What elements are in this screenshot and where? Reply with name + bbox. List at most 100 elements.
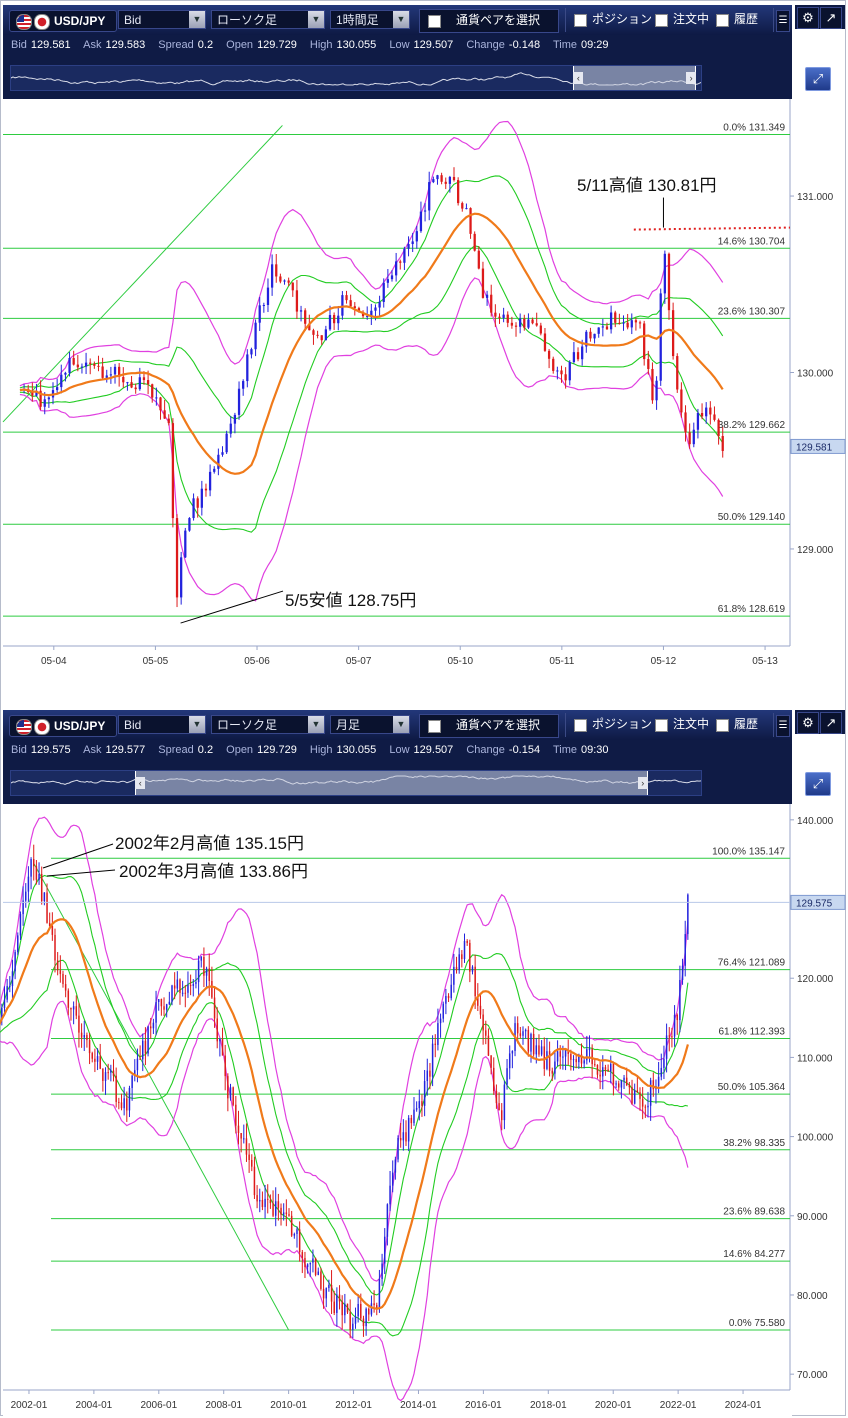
position-checkbox[interactable] <box>574 14 587 27</box>
navigator-selection[interactable]: ‹ › <box>135 771 648 795</box>
candle-body <box>279 276 282 282</box>
candle-body <box>688 432 691 445</box>
navigator-left-handle[interactable]: ‹ <box>573 72 584 84</box>
candle-body <box>405 1132 407 1142</box>
fibonacci-label: 61.8% 112.393 <box>718 1026 785 1037</box>
gear-icon[interactable]: ⚙ <box>797 712 819 734</box>
candle-body <box>203 957 205 976</box>
navigator-right-handle[interactable]: › <box>686 72 697 84</box>
candle-body <box>181 992 184 994</box>
y-tick-label: 80.000 <box>797 1291 828 1302</box>
candle-body <box>89 362 92 364</box>
currency-pair-selector[interactable]: USD/JPY <box>9 715 117 737</box>
candle-body <box>469 208 472 234</box>
candle-body <box>295 290 299 312</box>
candle-body <box>68 358 71 373</box>
candle-body <box>233 414 237 424</box>
candle-body <box>149 1026 152 1029</box>
candle-body <box>157 999 160 1003</box>
chart-navigator[interactable]: ‹ › <box>10 65 702 91</box>
candle-body <box>288 1214 290 1216</box>
menu-icon[interactable]: ☰ <box>776 10 790 32</box>
candle-body <box>506 1068 508 1085</box>
pair-select-label: 通貨ペアを選択 <box>456 718 541 732</box>
timeframe-select[interactable]: 1時間足 ▼ <box>330 10 410 29</box>
x-tick-label: 05-06 <box>244 656 270 667</box>
candle-body <box>344 1303 346 1316</box>
fibonacci-label: 38.2% 129.662 <box>718 420 786 431</box>
candle-body <box>43 892 46 902</box>
price-type-select[interactable]: Bid ▼ <box>118 715 206 734</box>
popout-icon[interactable]: ↗ <box>820 7 842 29</box>
chart-canvas[interactable]: 100.0% 135.147 76.4% 121.089 61.8% 112.393… <box>0 804 847 1416</box>
us-flag-icon <box>16 719 32 735</box>
candle-body <box>510 322 514 326</box>
candle-body <box>80 1032 83 1038</box>
pair-select-checkbox[interactable] <box>428 15 441 28</box>
expand-chart-icon[interactable]: ⤢ <box>805 67 831 91</box>
pair-select-button[interactable]: 通貨ペアを選択 <box>419 714 559 738</box>
x-tick-label: 2002-01 <box>11 1400 48 1411</box>
candle-body <box>208 968 210 981</box>
candle-body <box>192 983 195 987</box>
navigator-selection[interactable]: ‹ › <box>573 66 697 90</box>
x-tick-label: 2012-01 <box>335 1400 372 1411</box>
candle-body <box>676 356 679 390</box>
candle-body <box>692 429 695 445</box>
y-tick-label: 110.000 <box>797 1053 833 1064</box>
candle-body <box>213 468 216 472</box>
gear-icon[interactable]: ⚙ <box>797 7 819 29</box>
candle-body <box>32 859 35 867</box>
candle-body <box>118 1101 120 1103</box>
pair-select-button[interactable]: 通貨ペアを選択 <box>419 9 559 33</box>
orders-checkbox[interactable] <box>655 14 668 27</box>
candle-body <box>184 530 187 558</box>
chart-type-select[interactable]: ローソク足 ▼ <box>211 715 325 734</box>
pair-select-checkbox[interactable] <box>428 720 441 733</box>
candle-body <box>639 1092 641 1099</box>
low-value: 129.507 <box>413 744 454 756</box>
history-checkbox[interactable] <box>716 14 729 27</box>
history-checkbox[interactable] <box>716 719 729 732</box>
expand-chart-icon[interactable]: ⤢ <box>805 772 831 796</box>
us-flag-icon <box>16 14 32 30</box>
currency-pair-selector[interactable]: USD/JPY <box>9 10 117 32</box>
chart-type-select[interactable]: ローソク足 ▼ <box>211 10 325 29</box>
candle-body <box>531 319 534 324</box>
candle-body <box>345 295 348 301</box>
menu-icon[interactable]: ☰ <box>776 715 790 737</box>
change-label: Change <box>466 39 505 51</box>
candle-body <box>152 1022 155 1029</box>
candle-body <box>643 323 646 360</box>
candle-body <box>78 1015 80 1033</box>
candle-body <box>217 454 220 469</box>
position-checkbox[interactable] <box>574 719 587 732</box>
candle-body <box>625 1077 628 1086</box>
candle-body <box>200 957 203 961</box>
candle-body <box>570 1053 572 1060</box>
toolbar-divider <box>565 8 566 32</box>
timeframe-select[interactable]: 月足 ▼ <box>330 715 410 734</box>
candle-body <box>568 361 571 381</box>
candle-body <box>27 876 30 892</box>
japan-flag-icon <box>34 14 50 30</box>
chart-canvas[interactable]: 0.0% 131.349 14.6% 130.704 23.6% 130.307 38… <box>2 99 847 672</box>
candle-body <box>554 1061 556 1074</box>
popout-icon[interactable]: ↗ <box>820 712 842 734</box>
price-type-select[interactable]: Bid ▼ <box>118 10 206 29</box>
candle-body <box>224 1055 226 1077</box>
candle-body <box>586 1049 588 1061</box>
navigator-right-handle[interactable]: › <box>637 777 648 789</box>
candle-body <box>211 980 213 998</box>
panel-1-corner-controls: ⚙ ↗ <box>795 5 845 29</box>
fibonacci-label: 100.0% 135.147 <box>712 846 785 857</box>
navigator-left-handle[interactable]: ‹ <box>135 777 146 789</box>
candle-body <box>660 1067 663 1077</box>
candle-body <box>423 210 427 212</box>
candle-body <box>647 359 650 369</box>
orders-checkbox[interactable] <box>655 719 668 732</box>
chart-navigator[interactable]: ‹ › <box>10 770 702 796</box>
orders-label: 注文中 <box>673 12 710 26</box>
candle-body <box>527 1029 530 1052</box>
candle-body <box>667 253 671 311</box>
